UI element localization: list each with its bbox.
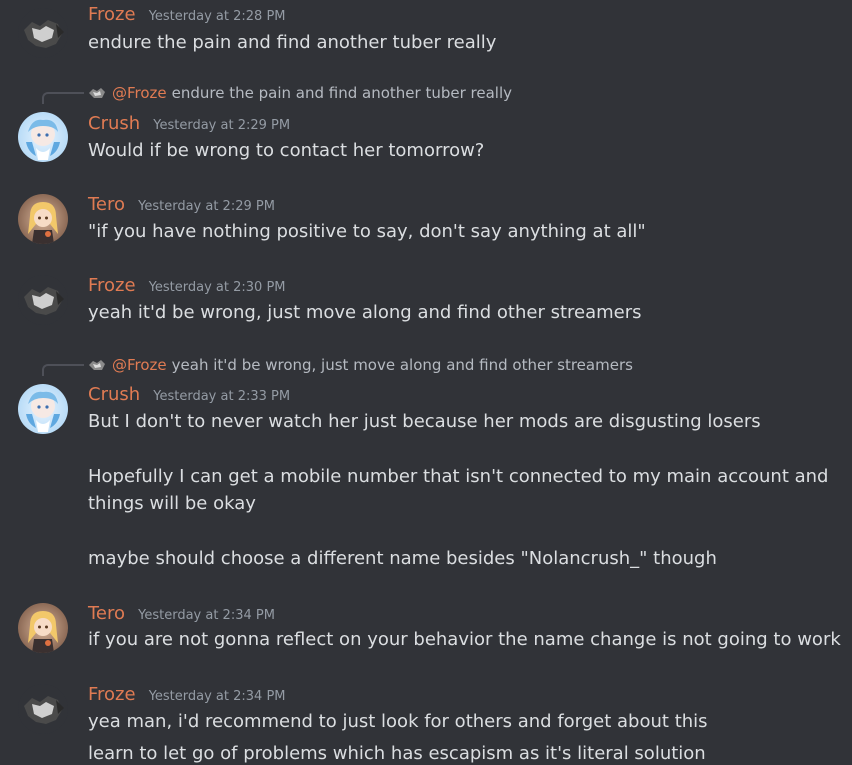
reply-mention[interactable]: @Froze — [112, 356, 167, 374]
message-text: learn to let go of problems which has es… — [88, 743, 706, 764]
message-text: things will be okay — [88, 493, 256, 514]
reply-text: yeah it'd be wrong, just move along and … — [171, 356, 633, 374]
froze-avatar[interactable] — [18, 8, 68, 58]
timestamp: Yesterday at 2:33 PM — [153, 389, 291, 404]
timestamp: Yesterday at 2:29 PM — [153, 118, 291, 133]
froze-avatar[interactable] — [18, 275, 68, 325]
reply-text: endure the pain and find another tuber r… — [171, 84, 512, 102]
crush-avatar[interactable] — [18, 384, 68, 434]
timestamp: Yesterday at 2:29 PM — [138, 199, 275, 214]
message-text: yeah it'd be wrong, just move along and … — [88, 302, 642, 323]
froze-mini-avatar-icon — [88, 358, 106, 372]
timestamp: Yesterday at 2:34 PM — [138, 608, 275, 623]
crush-avatar[interactable] — [18, 112, 68, 162]
froze-mini-avatar-icon — [88, 86, 106, 100]
tero-avatar[interactable] — [18, 194, 68, 244]
reply-spine — [42, 364, 84, 376]
username[interactable]: Froze — [88, 4, 136, 25]
message-text: Hopefully I can get a mobile number that… — [88, 466, 829, 487]
timestamp: Yesterday at 2:30 PM — [148, 280, 286, 295]
reply-preview[interactable]: @Froze endure the pain and find another … — [88, 84, 512, 102]
message-text: "if you have nothing positive to say, do… — [88, 221, 646, 242]
username[interactable]: Froze — [88, 684, 136, 705]
froze-avatar[interactable] — [18, 684, 68, 734]
message-text: yea man, i'd recommend to just look for … — [88, 711, 708, 732]
message-text: if you are not gonna reflect on your beh… — [88, 629, 841, 650]
message-text: But I don't to never watch her just beca… — [88, 411, 761, 432]
reply-spine — [42, 92, 84, 104]
tero-avatar[interactable] — [18, 603, 68, 653]
timestamp: Yesterday at 2:28 PM — [148, 9, 286, 24]
message-text: maybe should choose a different name bes… — [88, 548, 717, 569]
username[interactable]: Crush — [88, 113, 140, 134]
username[interactable]: Froze — [88, 275, 136, 296]
reply-mention[interactable]: @Froze — [112, 84, 167, 102]
username[interactable]: Tero — [88, 194, 125, 215]
reply-preview[interactable]: @Froze yeah it'd be wrong, just move alo… — [88, 356, 633, 374]
username[interactable]: Crush — [88, 384, 140, 405]
message-text: endure the pain and find another tuber r… — [88, 32, 497, 53]
username[interactable]: Tero — [88, 603, 125, 624]
timestamp: Yesterday at 2:34 PM — [148, 689, 286, 704]
message-text: Would if be wrong to contact her tomorro… — [88, 140, 485, 161]
